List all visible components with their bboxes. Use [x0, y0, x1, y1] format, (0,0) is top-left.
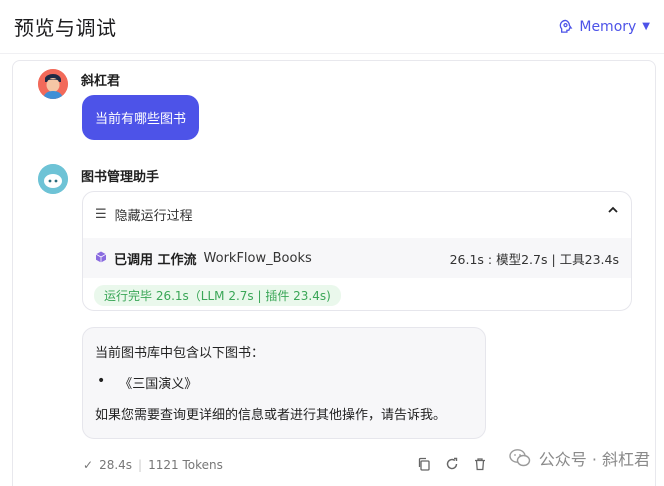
message-actions — [417, 457, 487, 475]
answer-outro: 如果您需要查询更详细的信息或者进行其他操作，请告诉我。 — [95, 408, 447, 423]
chevron-down-icon: ▼ — [642, 21, 650, 32]
tool-call-row[interactable]: 已调用 工作流 WorkFlow_Books 26.1s : 模型2.7s | … — [83, 238, 631, 278]
refresh-icon[interactable] — [445, 457, 459, 475]
hide-process-label: 隐藏运行过程 — [114, 208, 193, 224]
delete-icon[interactable] — [473, 457, 487, 475]
message-stats: ✓ 28.4s | 1121 Tokens — [83, 458, 223, 472]
divider: | — [138, 458, 143, 472]
bot-avatar-icon — [38, 164, 68, 194]
run-status-badge: 运行完毕 26.1s（LLM 2.7s | 插件 23.4s) — [94, 285, 341, 306]
memory-label: Memory — [579, 18, 637, 35]
list-icon: ☰ — [95, 206, 107, 222]
user-message-bubble: 当前有哪些图书 — [82, 95, 200, 140]
hide-process-toggle[interactable]: ☰ 隐藏运行过程 — [83, 192, 631, 236]
check-icon: ✓ — [83, 458, 94, 472]
token-count: 1121 Tokens — [148, 458, 223, 472]
tool-called-label: 已调用 工作流 — [114, 252, 197, 268]
copy-icon[interactable] — [417, 457, 431, 475]
watermark: 公众号 · 斜杠君 — [509, 446, 650, 470]
wechat-logo-icon — [509, 449, 530, 467]
memory-icon — [560, 19, 573, 33]
answer-intro: 当前图书库中包含以下图书： — [95, 346, 265, 361]
run-process-card: ☰ 隐藏运行过程 已调用 工作流 WorkFlow_Books 26.1s : … — [82, 191, 632, 311]
workflow-name: WorkFlow_Books — [203, 250, 312, 266]
page-title: 预览与调试 — [14, 16, 117, 40]
chevron-up-icon[interactable] — [607, 204, 619, 220]
tool-timing: 26.1s : 模型2.7s | 工具23.4s — [449, 251, 619, 267]
bot-answer-bubble: 当前图书库中包含以下图书： • 《三国演义》 如果您需要查询更详细的信息或者进行… — [82, 327, 486, 439]
memory-button[interactable]: Memory ▼ — [558, 19, 650, 35]
user-name: 斜杠君 — [81, 74, 121, 89]
response-duration: 28.4s — [99, 458, 133, 472]
user-avatar-icon — [38, 69, 68, 99]
chat-panel: 斜杠君 当前有哪些图书 图书管理助手 ☰ 隐藏运行过程 已调用 工作流 Work… — [12, 60, 656, 486]
bullet-icon: • — [97, 373, 106, 389]
book-title: 《三国演义》 — [119, 377, 198, 392]
workflow-cube-icon — [95, 251, 107, 266]
bot-name: 图书管理助手 — [81, 170, 160, 185]
watermark-text: 公众号 · 斜杠君 — [538, 450, 650, 469]
list-item: • 《三国演义》 — [95, 373, 473, 392]
header: 预览与调试 Memory ▼ — [0, 0, 664, 54]
